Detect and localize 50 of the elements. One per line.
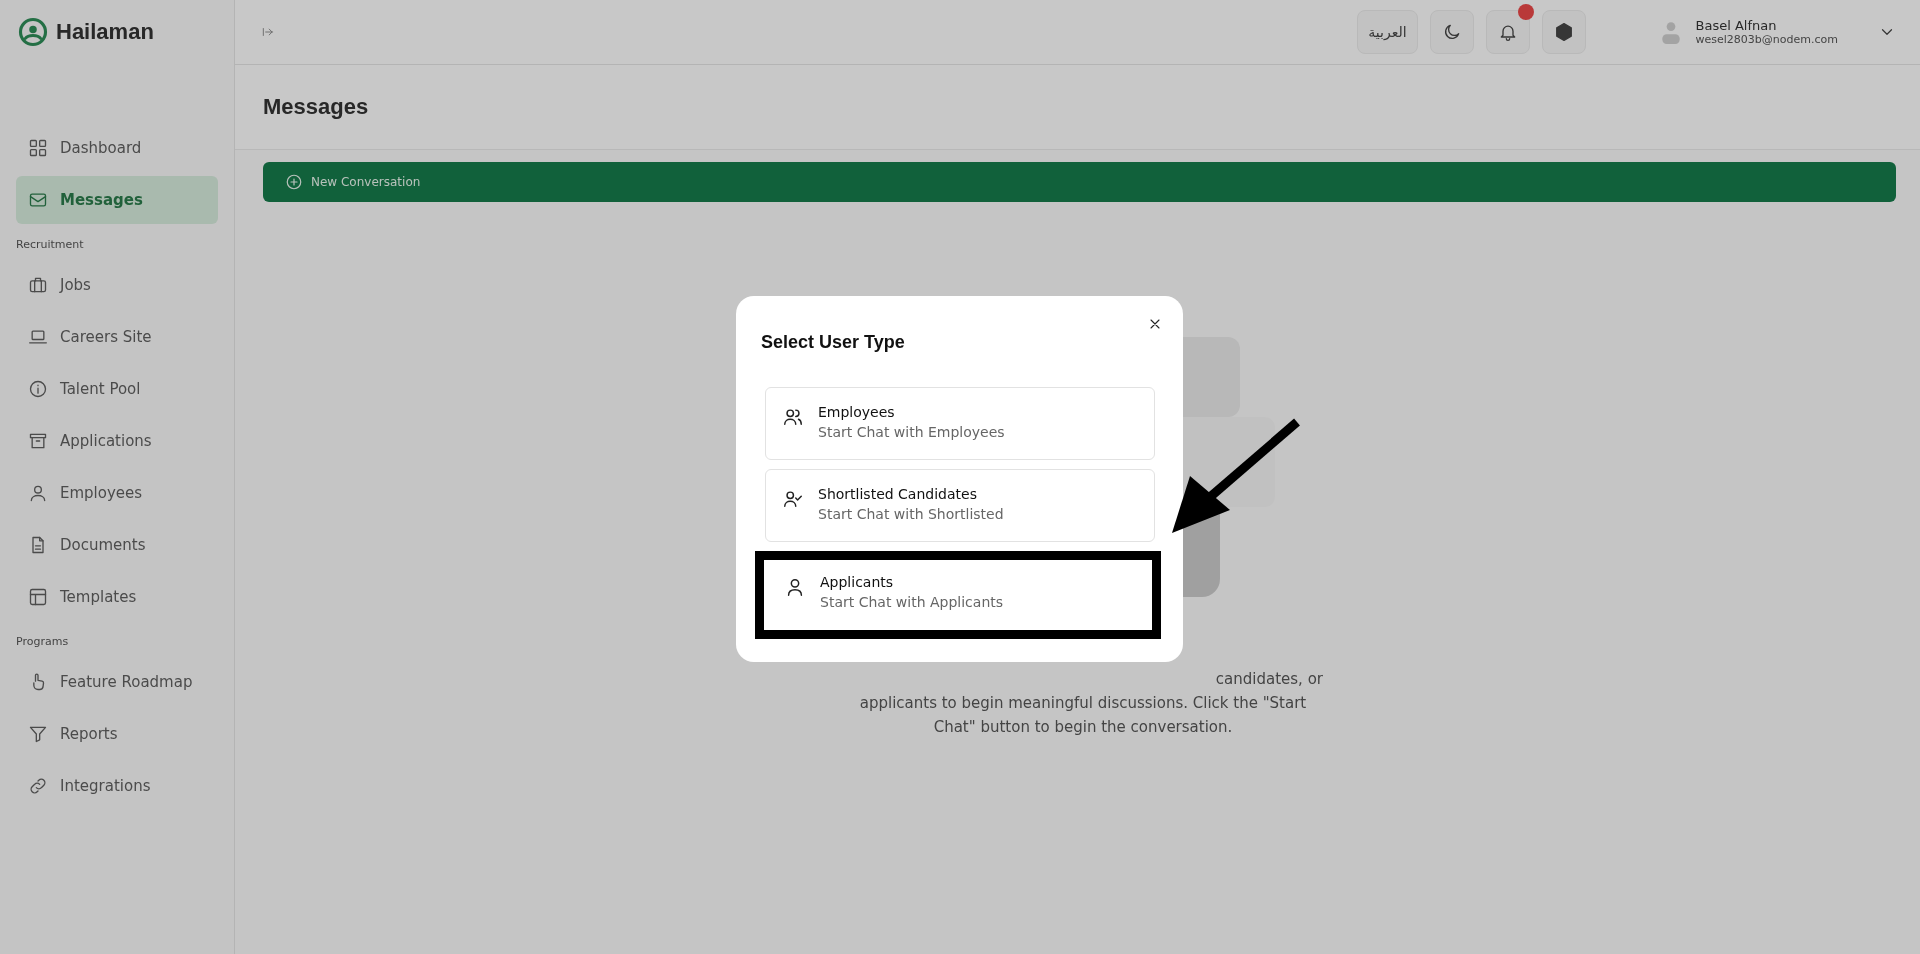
- sidebar-item[interactable]: Integrations: [16, 762, 218, 810]
- settings-button[interactable]: [1541, 10, 1586, 54]
- theme-button[interactable]: [1429, 10, 1474, 54]
- settings-icon: [1553, 22, 1574, 42]
- option-title: Employees: [818, 404, 896, 420]
- sidebar-item[interactable]: Messages: [16, 176, 218, 224]
- language-button[interactable]: العربية: [1357, 10, 1418, 54]
- empty-state-text: applicants to begin meaningful discussions. Click the "Start: [858, 693, 1308, 714]
- briefcase-icon: [28, 275, 48, 295]
- option-subtitle: Start Chat with Shortlisted: [818, 506, 1004, 522]
- option-title: Applicants: [820, 574, 895, 590]
- sidebar-item[interactable]: Careers Site: [16, 313, 218, 361]
- user-check-icon: [782, 488, 804, 510]
- sidebar-toggle-icon: [261, 25, 275, 39]
- option-subtitle: Start Chat with Applicants: [820, 594, 1004, 610]
- sidebar-item[interactable]: Employees: [16, 469, 218, 517]
- section-heading: Programs: [16, 635, 70, 648]
- sidebar-item[interactable]: Reports: [16, 710, 218, 758]
- sidebar-item[interactable]: Jobs: [16, 261, 218, 309]
- empty-state-text: candidates, or: [1214, 669, 1324, 690]
- link-icon: [28, 776, 48, 796]
- sidebar-item[interactable]: Feature Roadmap: [16, 658, 218, 706]
- new-conversation-button[interactable]: New Conversation: [263, 162, 1896, 202]
- info-icon: [28, 379, 48, 399]
- section-heading: Recruitment: [16, 238, 85, 251]
- empty-state-text: Chat" button to begin the conversation.: [932, 717, 1234, 738]
- app-name: Hailaman: [56, 19, 154, 45]
- sidebar-item[interactable]: Dashboard: [16, 124, 218, 172]
- template-icon: [28, 587, 48, 607]
- sidebar-item[interactable]: Documents: [16, 521, 218, 569]
- option-subtitle: Start Chat with Employees: [818, 424, 1005, 440]
- sidebar-item[interactable]: Applications: [16, 417, 218, 465]
- user-type-option[interactable]: Applicants Start Chat with Applicants: [755, 551, 1161, 639]
- sidebar-item[interactable]: Templates: [16, 573, 218, 621]
- grid-icon: [28, 138, 48, 158]
- user-type-option[interactable]: Shortlisted Candidates Start Chat with Shortlisted: [765, 469, 1155, 542]
- user-icon: [28, 483, 48, 503]
- dialog-title: Select User Type: [761, 332, 906, 353]
- users-icon: [782, 406, 804, 428]
- funnel-icon: [28, 724, 48, 744]
- option-title: Shortlisted Candidates: [818, 486, 978, 502]
- sidebar-item[interactable]: Talent Pool: [16, 365, 218, 413]
- logo-icon: [18, 17, 48, 47]
- user-type-option[interactable]: Employees Start Chat with Employees: [765, 387, 1155, 460]
- notifications-button[interactable]: [1485, 10, 1530, 54]
- plus-circle-icon: [285, 173, 303, 191]
- user-email: wesel2803b@nodem.com: [1695, 33, 1838, 46]
- user-name: Basel Alfnan: [1695, 18, 1778, 33]
- archive-icon: [28, 431, 48, 451]
- page-title: Messages: [263, 94, 369, 120]
